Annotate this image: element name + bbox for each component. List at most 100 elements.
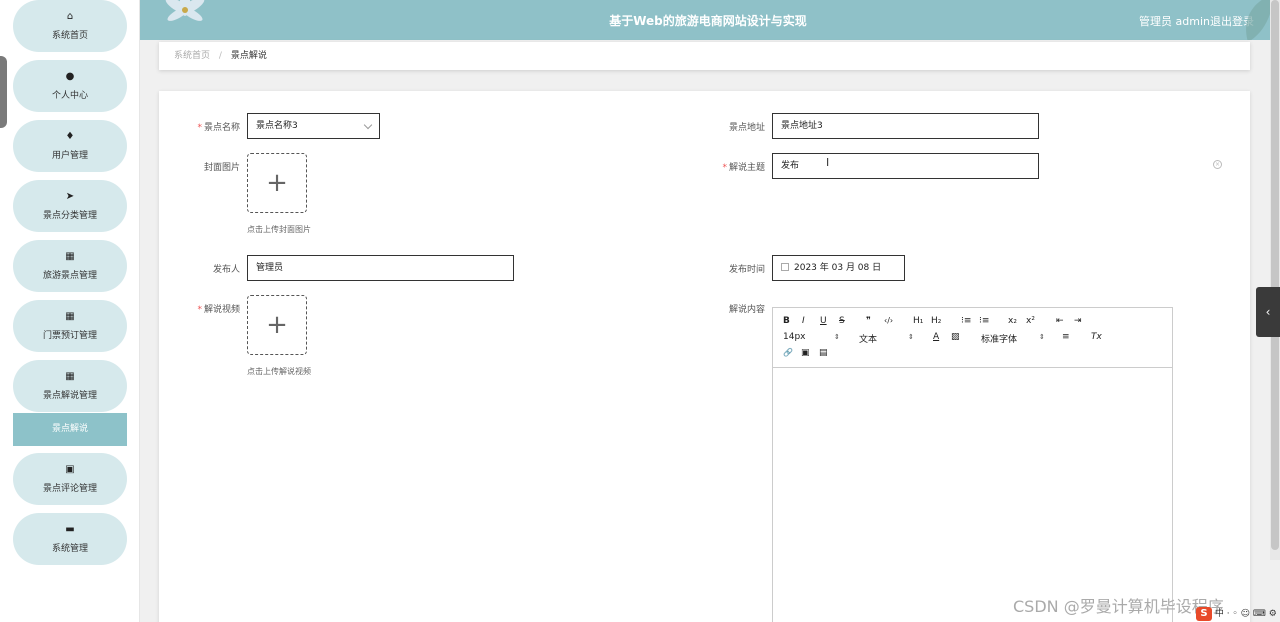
top-header: 基于Web的旅游电商网站设计与实现 管理员 admin 退出登录 (140, 0, 1270, 40)
submenu-item-scenic-explanation[interactable]: 景点解说 (13, 413, 127, 446)
required-mark: * (722, 163, 727, 173)
cover-upload-hint: 点击上传封面图片 (247, 225, 311, 234)
scenic-name-select[interactable]: 景点名称3 (247, 113, 380, 139)
select-arrow-icon: ⇕ (834, 333, 840, 341)
align-button[interactable]: ≡ (1062, 332, 1070, 342)
outdent-button[interactable]: ⇤ (1056, 316, 1064, 326)
ime-logo-icon: S (1196, 607, 1212, 621)
close-icon[interactable]: × (1213, 160, 1222, 169)
scrollbar-thumb[interactable] (1271, 0, 1279, 550)
plus-icon: + (266, 168, 288, 198)
sidebar-item-scenic-category[interactable]: ➤ 景点分类管理 (13, 180, 127, 232)
font-family-select[interactable]: 标准字体 (981, 332, 1017, 345)
sidebar-item-label: 系统管理 (51, 544, 88, 554)
breadcrumb-home[interactable]: 系统首页 (174, 51, 210, 61)
sidebar-item-scenic-comments[interactable]: ▣ 景点评论管理 (13, 453, 127, 505)
font-color-button[interactable]: A (933, 332, 939, 342)
sidebar-item-label: 用户管理 (51, 151, 88, 161)
sidebar-item-scenic-explanation[interactable]: ▦ 景点解说管理 (13, 360, 127, 412)
sidebar: ⌂ 系统首页 ● 个人中心 ♦ 用户管理 ➤ 景点分类管理 ▦ 旅游景点管理 ▦… (0, 0, 140, 622)
cover-image-upload[interactable]: + (247, 153, 307, 213)
publish-time-label: 发布时间 (728, 265, 765, 275)
select-arrow-icon: ⇕ (1039, 333, 1045, 341)
background-color-button[interactable]: ▨ (951, 332, 960, 342)
video-icon[interactable]: ▤ (819, 348, 828, 358)
ordered-list-button[interactable]: ⁝≡ (961, 316, 971, 326)
form-panel: * 景点名称 景点名称3 景点地址 景点地址3 封面图片 + 点击上传封面图片 *… (159, 91, 1250, 622)
scenic-address-field[interactable]: 景点地址3 (772, 113, 1039, 139)
sidebar-item-system-management[interactable]: ▬ 系统管理 (13, 513, 127, 565)
bold-button[interactable]: B (783, 316, 790, 326)
map-pin-icon: ♦ (65, 131, 75, 142)
sidebar-item-label: 景点评论管理 (42, 484, 97, 494)
breadcrumb-current: 景点解说 (230, 51, 267, 61)
subscript-button[interactable]: x₂ (1008, 316, 1017, 326)
editor-content-area[interactable] (773, 369, 1172, 622)
clipboard-icon: ▣ (65, 464, 75, 475)
grid-icon: ▦ (65, 311, 75, 322)
publish-time-picker[interactable]: 2023 年 03 月 08 日 (772, 255, 905, 281)
strikethrough-button[interactable]: S (839, 316, 845, 326)
sidebar-collapse-handle[interactable] (0, 56, 7, 128)
topic-label: * 解说主题 (722, 163, 765, 173)
ime-toolbar[interactable]: S 中 · ◦ ☺ ⌨ ⚙ ⊞ (1196, 606, 1280, 621)
sidebar-item-home[interactable]: ⌂ 系统首页 (13, 0, 127, 52)
clear-format-button[interactable]: Tx (1091, 332, 1102, 342)
superscript-button[interactable]: x² (1026, 316, 1035, 326)
leaf-decoration-icon (1246, 0, 1270, 40)
breadcrumb-separator: / (218, 51, 222, 61)
heading-1-button[interactable]: H₁ (913, 316, 923, 326)
underline-button[interactable]: U (820, 316, 827, 326)
cover-image-label: 封面图片 (203, 163, 240, 173)
indent-button[interactable]: ⇥ (1074, 316, 1082, 326)
sidebar-item-label: 个人中心 (51, 91, 88, 101)
home-icon: ⌂ (66, 11, 74, 22)
calendar-icon (781, 262, 789, 271)
sidebar-item-ticket-booking[interactable]: ▦ 门票预订管理 (13, 300, 127, 352)
font-family-value: 标准字体 (981, 335, 1018, 345)
sidebar-item-personal-center[interactable]: ● 个人中心 (13, 60, 127, 112)
sidebar-item-label: 景点分类管理 (42, 211, 97, 221)
grid-icon: ▦ (65, 251, 75, 262)
page-scrollbar[interactable] (1270, 0, 1280, 560)
monitor-icon: ▬ (65, 524, 75, 535)
content-label: 解说内容 (728, 305, 765, 315)
text-style-value: 文本 (859, 335, 878, 345)
rich-text-editor: B I U S ❞ ‹/› H₁ H₂ ⁝≡ ⁝≡ x₂ x² ⇤ ⇥ 14px… (772, 307, 1173, 622)
app-title: 基于Web的旅游电商网站设计与实现 (609, 14, 807, 28)
quote-button[interactable]: ❞ (866, 316, 871, 326)
bullet-list-button[interactable]: ⁝≡ (979, 316, 989, 326)
scenic-address-label: 景点地址 (728, 123, 765, 133)
sidebar-item-label: 旅游景点管理 (42, 271, 97, 281)
grid-icon: ▦ (65, 371, 75, 382)
ime-status: 中 · ◦ ☺ ⌨ ⚙ ⊞ (1214, 609, 1280, 619)
sidebar-item-scenic-spots[interactable]: ▦ 旅游景点管理 (13, 240, 127, 292)
select-arrow-icon: ⇕ (908, 333, 914, 341)
chevron-down-icon (363, 120, 373, 130)
scenic-name-label: * 景点名称 (197, 123, 240, 133)
text-style-select[interactable]: 文本 (859, 332, 877, 345)
topic-field[interactable]: 发布 (772, 153, 1039, 179)
italic-button[interactable]: I (802, 316, 805, 326)
watermark: CSDN @罗曼计算机毕设程序 (1013, 597, 1224, 616)
sidebar-item-user-management[interactable]: ♦ 用户管理 (13, 120, 127, 172)
publisher-value: 管理员 (256, 263, 284, 273)
topic-value: 发布 (781, 161, 800, 171)
image-icon[interactable]: ▣ (801, 348, 810, 358)
chevron-left-icon[interactable]: ‹ (1256, 287, 1280, 337)
scenic-name-value: 景点名称3 (256, 121, 298, 131)
scenic-address-value: 景点地址3 (781, 121, 823, 131)
publish-time-value: 2023 年 03 月 08 日 (794, 263, 882, 273)
sidebar-item-label: 景点解说管理 (42, 391, 97, 401)
publisher-field[interactable]: 管理员 (247, 255, 514, 281)
heading-2-button[interactable]: H₂ (931, 316, 941, 326)
code-button[interactable]: ‹/› (884, 316, 893, 325)
link-icon[interactable]: 🔗 (783, 348, 793, 357)
font-size-select[interactable]: 14px (783, 332, 806, 342)
video-upload-hint: 点击上传解说视频 (247, 367, 311, 376)
font-size-value: 14px (783, 332, 806, 342)
sidebar-item-label: 门票预订管理 (42, 331, 97, 341)
required-mark: * (197, 305, 202, 315)
video-upload[interactable]: + (247, 295, 307, 355)
text-cursor-icon: I (826, 156, 830, 169)
